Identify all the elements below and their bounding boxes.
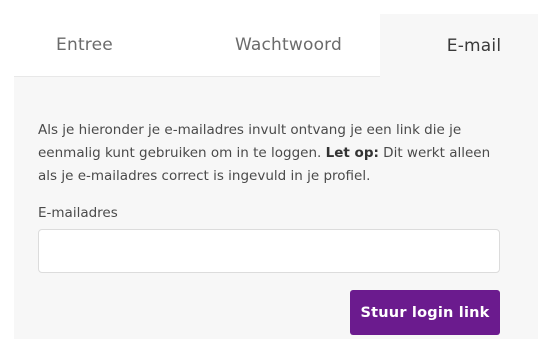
send-login-link-button[interactable]: Stuur login link xyxy=(350,290,500,335)
intro-text: Als je hieronder je e-mailadres invult o… xyxy=(38,119,508,188)
email-input[interactable] xyxy=(38,229,500,273)
tab-email-label: E-mail xyxy=(446,35,502,56)
login-tabs: Entree Wachtwoord E-mail xyxy=(14,14,538,77)
email-login-panel: Als je hieronder je e-mailadres invult o… xyxy=(14,77,538,339)
tab-wachtwoord[interactable]: Wachtwoord xyxy=(197,14,380,77)
intro-text-warning: Let op: xyxy=(325,145,379,161)
tab-entree[interactable]: Entree xyxy=(14,14,197,77)
tab-wachtwoord-label: Wachtwoord xyxy=(234,35,343,55)
email-label: E-mailadres xyxy=(38,205,118,221)
login-frame: Entree Wachtwoord E-mail Als je hieronde… xyxy=(0,0,538,354)
tab-email[interactable]: E-mail xyxy=(380,14,538,77)
tab-entree-label: Entree xyxy=(56,35,113,55)
